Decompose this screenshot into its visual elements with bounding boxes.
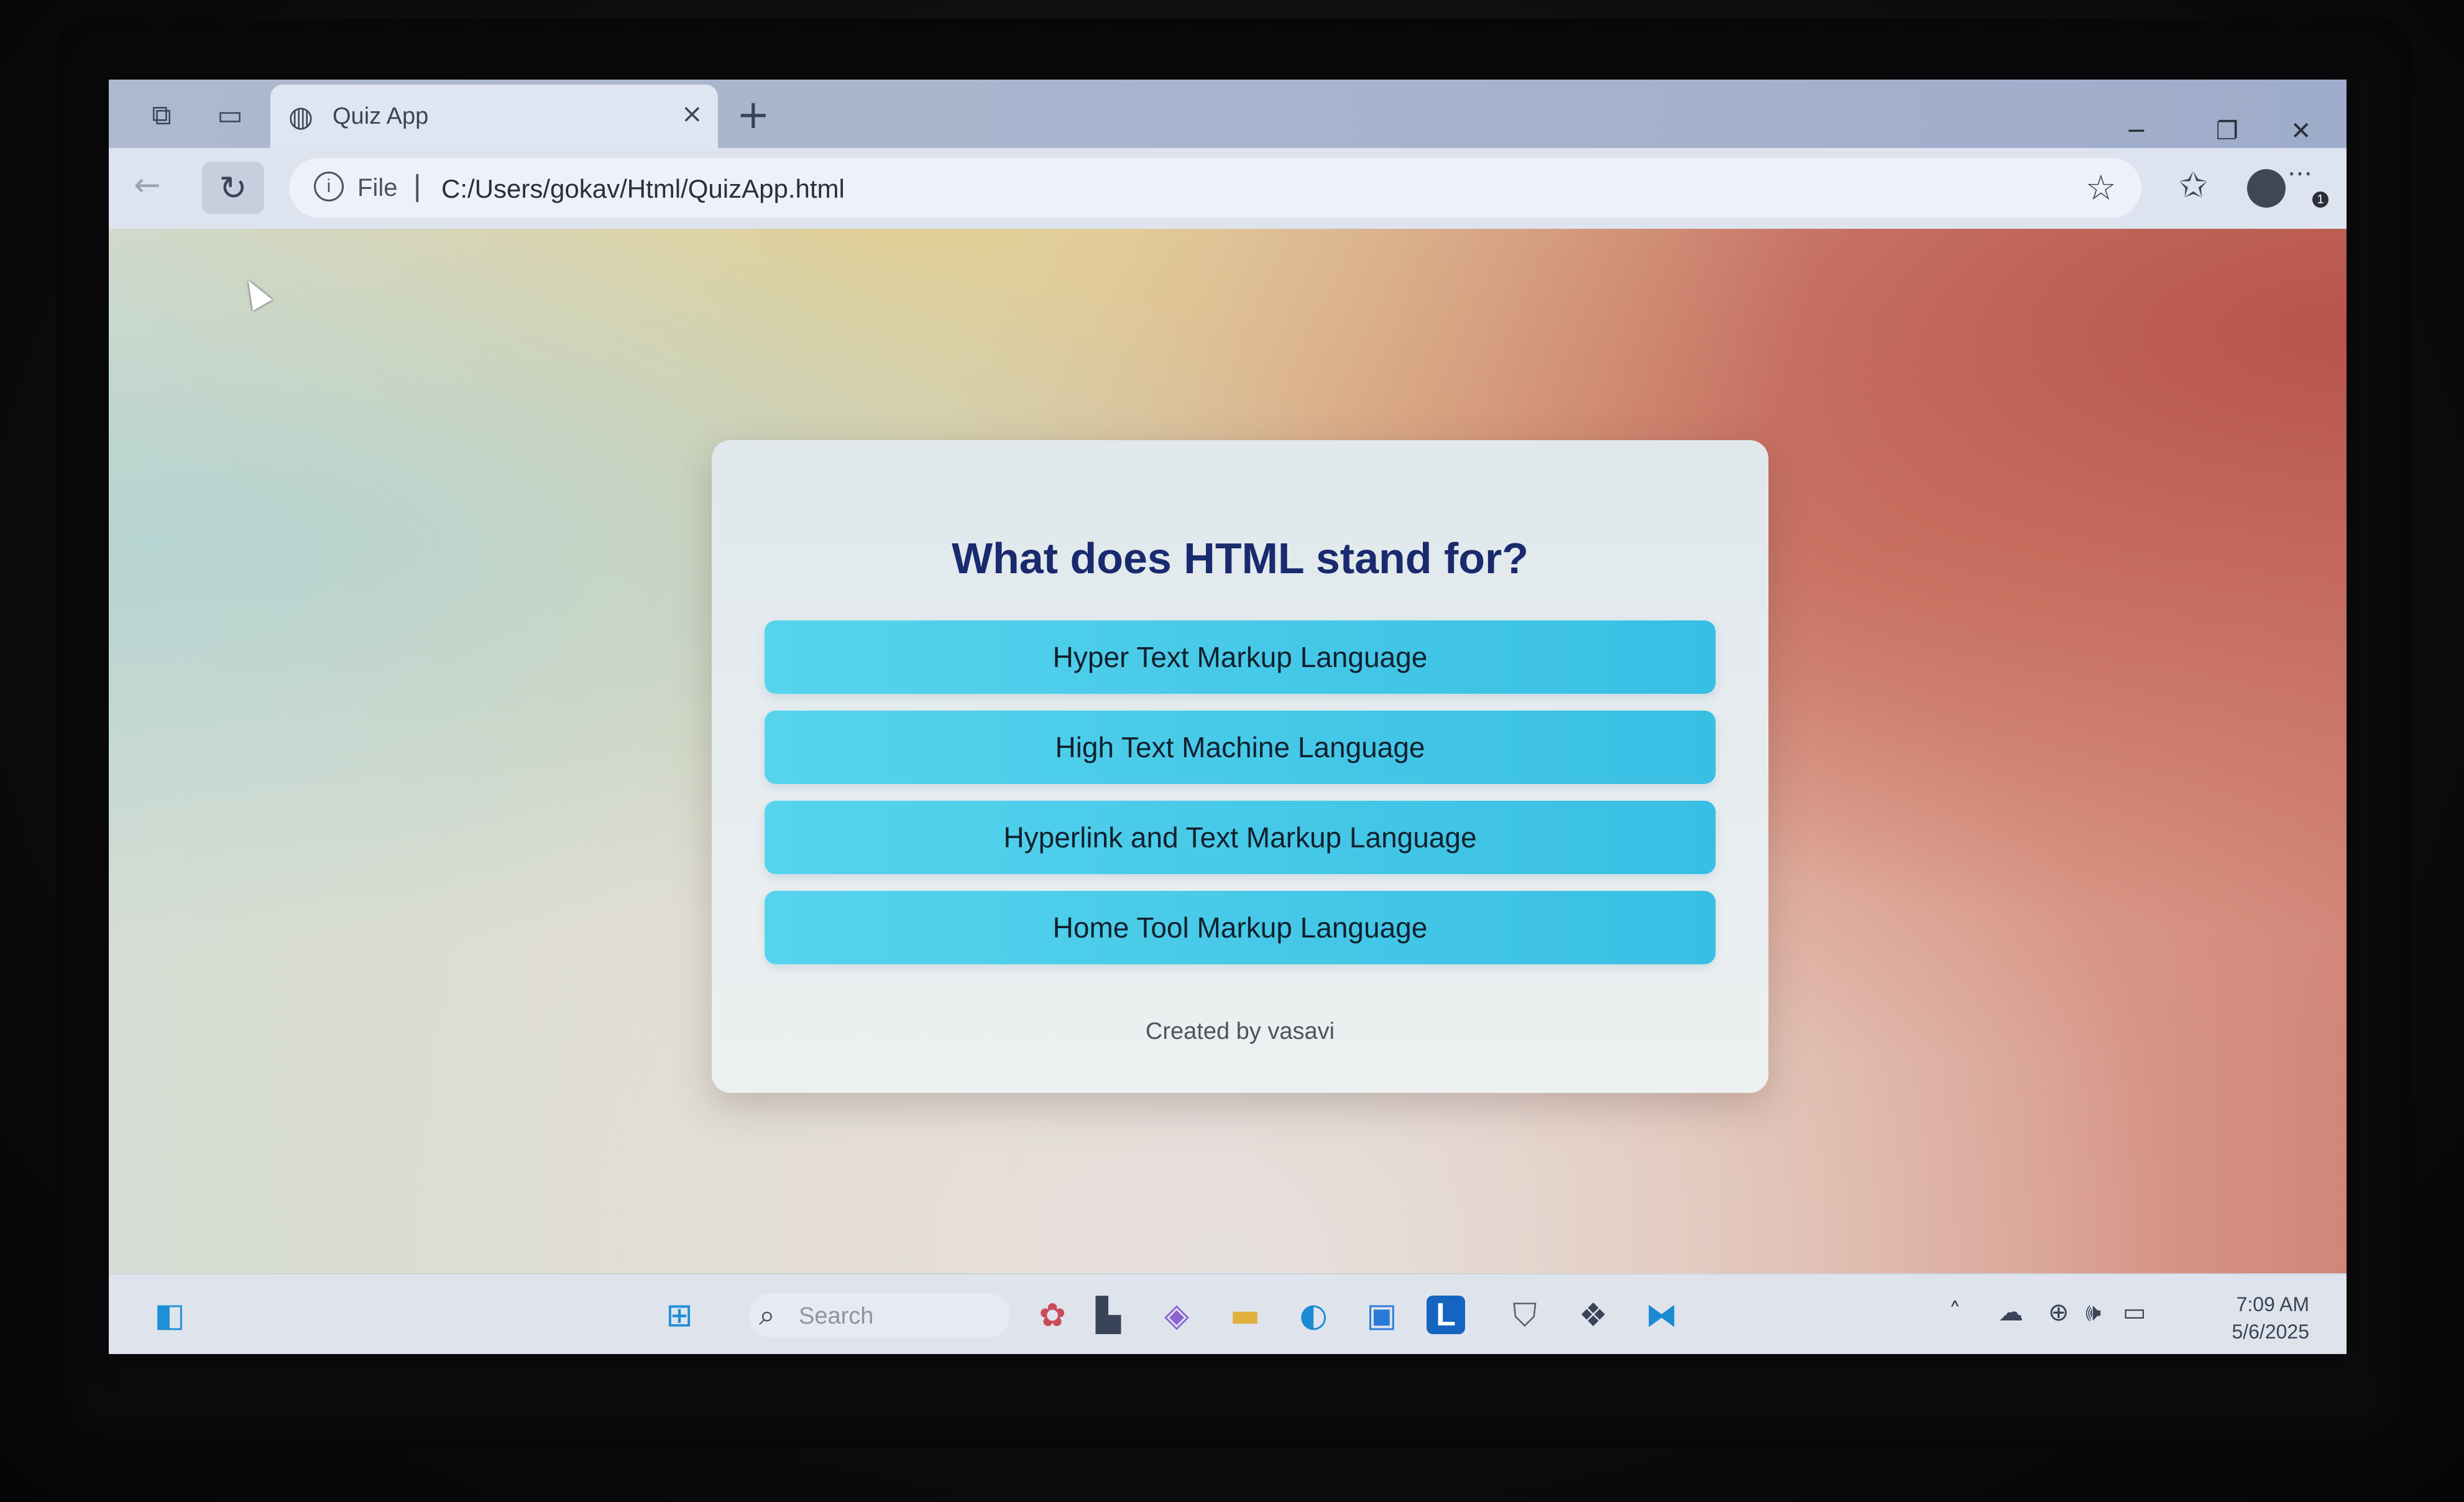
store-icon[interactable]: ▣ [1358, 1292, 1405, 1339]
reload-button[interactable]: ↻ [202, 162, 264, 214]
new-tab-button[interactable]: + [737, 92, 770, 138]
dropbox-icon[interactable]: ❖ [1570, 1292, 1617, 1339]
url-text[interactable]: C:/Users/gokav/Html/QuizApp.html [441, 174, 845, 204]
tab-quiz-app[interactable]: ◍ Quiz App × [270, 85, 718, 148]
answer-button-2[interactable]: High Text Machine Language [765, 711, 1716, 784]
answer-button-1[interactable]: Hyper Text Markup Language [765, 620, 1716, 694]
favorite-star-icon[interactable]: ☆ [2085, 168, 2117, 208]
tab-close-icon[interactable]: × [681, 98, 703, 129]
onedrive-icon[interactable]: ☁ [1998, 1298, 2023, 1327]
answer-button-3[interactable]: Hyperlink and Text Markup Language [765, 801, 1716, 874]
minimize-button[interactable]: ─ [2129, 117, 2144, 145]
restore-button[interactable]: ❐ [2216, 117, 2238, 145]
more-options-icon[interactable]: ⋯ [2287, 159, 2312, 188]
search-icon: ⌕ [759, 1298, 775, 1332]
scheme-label: File [357, 174, 398, 201]
quiz-card: What does HTML stand for? Hyper Text Mar… [712, 440, 1768, 1093]
edge-icon[interactable]: ◐ [1290, 1292, 1337, 1339]
info-icon[interactable]: i [314, 172, 344, 201]
volume-icon[interactable]: 🕪 [2085, 1298, 2101, 1327]
workspaces-icon[interactable]: ⧉ [140, 93, 183, 137]
clock-time: 7:09 AM [2236, 1293, 2309, 1315]
task-view-icon[interactable]: ▙ [1085, 1292, 1132, 1339]
close-window-button[interactable]: ✕ [2291, 117, 2312, 145]
back-button[interactable]: ← [134, 167, 161, 204]
tab-title: Quiz App [333, 103, 429, 129]
taskbar: ◧ ⊞ ⌕ Search ✿ ▙ ◈ ▬ ◐ ▣ L ⛉ ❖ ⧓ ˄ ☁ ⊕ 🕪… [109, 1273, 2347, 1354]
address-bar-row: ← ↻ i File | C:/Users/gokav/Html/QuizApp… [109, 148, 2347, 229]
page-viewport: What does HTML stand for? Hyper Text Mar… [109, 229, 2347, 1273]
mcafee-icon[interactable]: ⛉ [1501, 1292, 1548, 1339]
notification-badge: 1 [2312, 191, 2328, 208]
file-explorer-icon[interactable]: ▬ [1221, 1292, 1269, 1339]
quiz-question: What does HTML stand for? [951, 534, 1529, 583]
address-bar[interactable]: i File | C:/Users/gokav/Html/QuizApp.htm… [289, 158, 2141, 218]
answer-button-4[interactable]: Home Tool Markup Language [765, 891, 1716, 964]
widgets-icon[interactable]: ◧ [146, 1292, 193, 1339]
footer-credit: Created by vasavi [1145, 1018, 1335, 1044]
linkedin-icon[interactable]: L [1427, 1296, 1465, 1334]
favorites-icon[interactable]: ✩ [2179, 165, 2208, 206]
network-icon[interactable]: ⊕ [2048, 1298, 2069, 1327]
tray-chevron-icon[interactable]: ˄ [1949, 1298, 1961, 1327]
globe-icon: ◍ [288, 99, 314, 133]
battery-icon[interactable]: ▭ [2123, 1298, 2146, 1327]
vscode-icon[interactable]: ⧓ [1638, 1292, 1685, 1339]
tab-actions-icon[interactable]: ▭ [208, 93, 252, 137]
url-separator: | [413, 170, 421, 203]
stickers-icon[interactable]: ✿ [1029, 1292, 1076, 1339]
profile-avatar-icon[interactable] [2247, 169, 2286, 208]
search-placeholder: Search [799, 1303, 874, 1329]
taskbar-search[interactable]: ⌕ Search [749, 1293, 1010, 1338]
tab-bar: ⧉ ▭ ◍ Quiz App × + [109, 80, 2347, 148]
clock[interactable]: 7:09 AM 5/6/2025 [2232, 1291, 2309, 1345]
clock-date: 5/6/2025 [2232, 1320, 2309, 1343]
copilot-icon[interactable]: ◈ [1153, 1292, 1200, 1339]
screen: ⧉ ▭ ◍ Quiz App × + ─ ❐ ✕ ← ↻ i File | C:… [109, 80, 2347, 1354]
start-icon[interactable]: ⊞ [656, 1292, 703, 1339]
